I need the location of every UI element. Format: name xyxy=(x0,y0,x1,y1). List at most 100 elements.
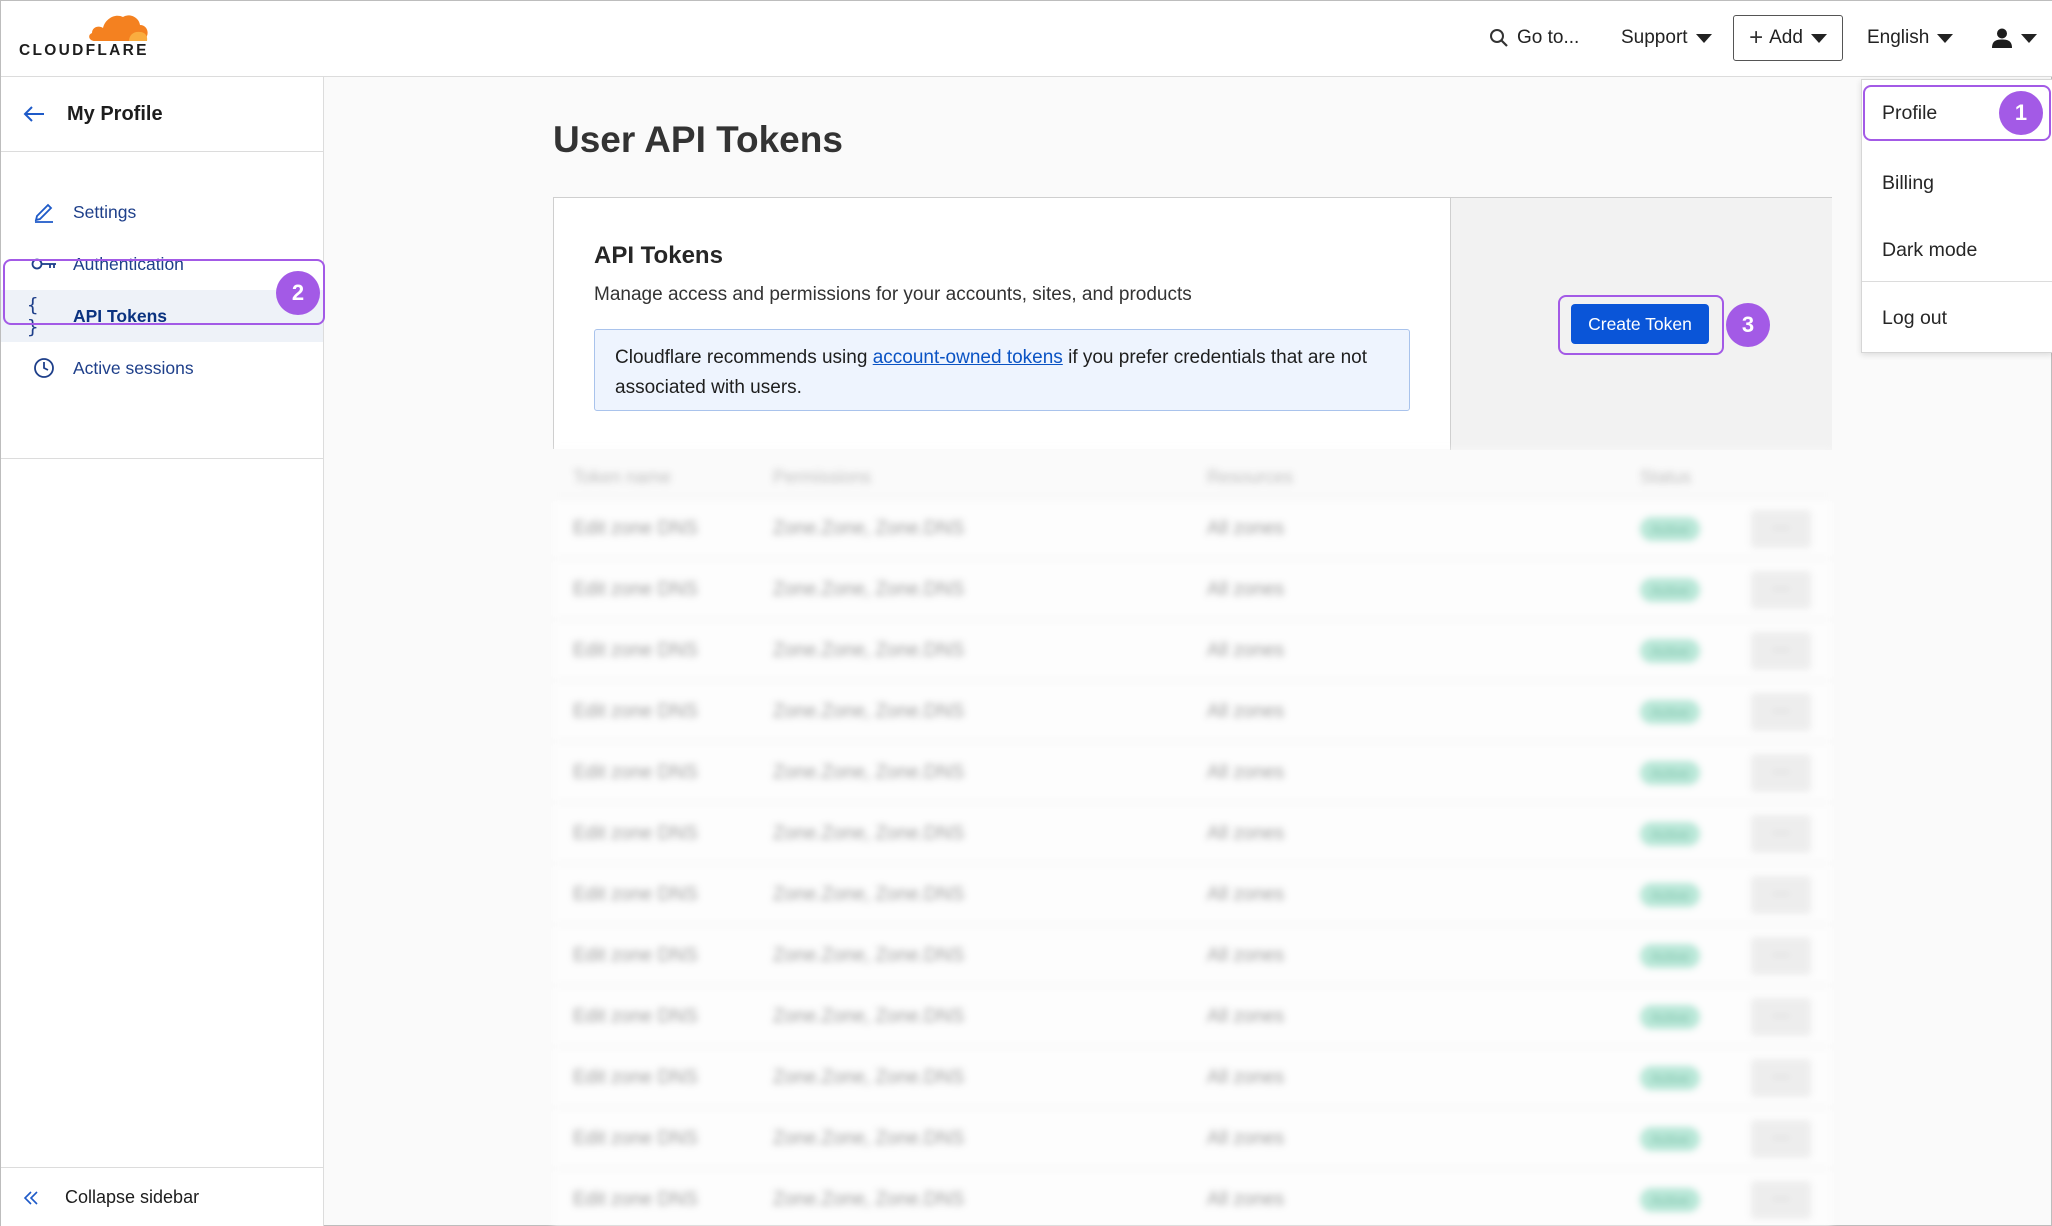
row-actions-button[interactable]: ··· xyxy=(1751,1120,1811,1158)
table-row: Edit zone DNS Zone.Zone, Zone.DNS All zone… xyxy=(553,863,1832,924)
token-resources: All zones xyxy=(1207,823,1285,844)
token-resources: All zones xyxy=(1207,1067,1285,1088)
token-permissions: Zone.Zone, Zone.DNS xyxy=(773,762,965,783)
account-owned-tokens-link[interactable]: account-owned tokens xyxy=(873,347,1063,368)
sidebar-item-label: Settings xyxy=(73,201,137,222)
token-resources: All zones xyxy=(1207,1006,1285,1027)
menu-item-billing[interactable]: Billing xyxy=(1882,172,1934,195)
token-name[interactable]: Edit zone DNS xyxy=(573,945,698,967)
status-badge: Active xyxy=(1640,822,1700,846)
column-header-resources: Resources xyxy=(1207,467,1294,487)
token-permissions: Zone.Zone, Zone.DNS xyxy=(773,579,965,600)
row-actions-button[interactable]: ··· xyxy=(1751,1059,1811,1097)
top-header: CLOUDFLARE Go to... Support + Add Englis… xyxy=(1,1,2052,77)
status-badge: Active xyxy=(1640,639,1700,663)
clock-icon xyxy=(27,357,61,379)
table-row: Edit zone DNS Zone.Zone, Zone.DNS All zone… xyxy=(553,558,1832,619)
recommendation-notice: Cloudflare recommends using account-owne… xyxy=(594,329,1410,411)
page-title: User API Tokens xyxy=(553,119,843,160)
collapse-label: Collapse sidebar xyxy=(65,1187,200,1207)
tokens-table: Token name Permissions Resources Status … xyxy=(553,449,1832,1226)
brand-wordmark: CLOUDFLARE xyxy=(19,42,149,59)
goto-search[interactable]: Go to... xyxy=(1489,15,1579,61)
token-permissions: Zone.Zone, Zone.DNS xyxy=(773,640,965,661)
user-icon xyxy=(1992,28,2012,48)
token-name[interactable]: Edit zone DNS xyxy=(573,884,698,906)
notice-text-before: Cloudflare recommends using xyxy=(615,347,873,368)
token-name[interactable]: Edit zone DNS xyxy=(573,1067,698,1089)
sidebar-item-active-sessions[interactable]: Active sessions xyxy=(1,342,323,394)
row-actions-button[interactable]: ··· xyxy=(1751,876,1811,914)
row-actions-button[interactable]: ··· xyxy=(1751,815,1811,853)
row-actions-button[interactable]: ··· xyxy=(1751,754,1811,792)
token-name[interactable]: Edit zone DNS xyxy=(573,701,698,723)
row-actions-button[interactable]: ··· xyxy=(1751,510,1811,548)
token-resources: All zones xyxy=(1207,1189,1285,1210)
support-label: Support xyxy=(1621,27,1688,48)
column-header-name: Token name xyxy=(573,467,672,487)
token-name[interactable]: Edit zone DNS xyxy=(573,1128,698,1150)
token-name[interactable]: Edit zone DNS xyxy=(573,640,698,662)
status-badge: Active xyxy=(1640,883,1700,907)
status-badge: Active xyxy=(1640,1005,1700,1029)
cloudflare-logo[interactable]: CLOUDFLARE xyxy=(19,9,169,71)
token-permissions: Zone.Zone, Zone.DNS xyxy=(773,1067,965,1088)
double-chevron-left-icon xyxy=(23,1190,38,1205)
menu-divider xyxy=(1862,281,2052,282)
row-actions-button[interactable]: ··· xyxy=(1751,1181,1811,1219)
sidebar-item-label: Active sessions xyxy=(73,357,194,378)
support-menu[interactable]: Support xyxy=(1621,15,1712,61)
token-name[interactable]: Edit zone DNS xyxy=(573,579,698,601)
token-resources: All zones xyxy=(1207,884,1285,905)
status-badge: Active xyxy=(1640,578,1700,602)
table-row: Edit zone DNS Zone.Zone, Zone.DNS All zone… xyxy=(553,741,1832,802)
token-resources: All zones xyxy=(1207,701,1285,722)
token-permissions: Zone.Zone, Zone.DNS xyxy=(773,1189,965,1210)
token-name[interactable]: Edit zone DNS xyxy=(573,1189,698,1211)
step-3-highlight xyxy=(1558,295,1724,355)
card-description: Manage access and permissions for your a… xyxy=(594,284,1192,305)
caret-down-icon xyxy=(2021,33,2037,43)
caret-down-icon xyxy=(1810,33,1827,43)
table-row: Edit zone DNS Zone.Zone, Zone.DNS All zone… xyxy=(553,497,1832,558)
pencil-icon xyxy=(27,201,61,223)
sidebar-back[interactable]: My Profile xyxy=(1,77,323,152)
table-row: Edit zone DNS Zone.Zone, Zone.DNS All zone… xyxy=(553,802,1832,863)
table-row: Edit zone DNS Zone.Zone, Zone.DNS All zone… xyxy=(553,924,1832,985)
add-button[interactable]: + Add xyxy=(1733,15,1843,61)
table-row: Edit zone DNS Zone.Zone, Zone.DNS All zone… xyxy=(553,680,1832,741)
user-menu-button[interactable] xyxy=(1991,15,2037,61)
column-header-status: Status xyxy=(1640,467,1692,487)
token-name[interactable]: Edit zone DNS xyxy=(573,1006,698,1028)
caret-down-icon xyxy=(1695,33,1712,43)
table-header: Token name Permissions Resources Status xyxy=(553,449,1832,497)
row-actions-button[interactable]: ··· xyxy=(1751,571,1811,609)
table-row: Edit zone DNS Zone.Zone, Zone.DNS All zone… xyxy=(553,619,1832,680)
row-actions-button[interactable]: ··· xyxy=(1751,632,1811,670)
add-label: Add xyxy=(1769,27,1803,48)
search-icon xyxy=(1490,29,1508,47)
menu-item-dark-mode[interactable]: Dark mode xyxy=(1882,239,1977,262)
token-resources: All zones xyxy=(1207,518,1285,539)
token-resources: All zones xyxy=(1207,640,1285,661)
token-permissions: Zone.Zone, Zone.DNS xyxy=(773,1128,965,1149)
row-actions-button[interactable]: ··· xyxy=(1751,937,1811,975)
sidebar-item-settings[interactable]: Settings xyxy=(1,186,323,238)
collapse-sidebar-button[interactable]: Collapse sidebar xyxy=(1,1167,323,1226)
token-name[interactable]: Edit zone DNS xyxy=(573,762,698,784)
row-actions-button[interactable]: ··· xyxy=(1751,693,1811,731)
row-actions-button[interactable]: ··· xyxy=(1751,998,1811,1036)
table-row: Edit zone DNS Zone.Zone, Zone.DNS All zone… xyxy=(553,1168,1832,1226)
goto-label: Go to... xyxy=(1517,27,1580,48)
table-row: Edit zone DNS Zone.Zone, Zone.DNS All zone… xyxy=(553,985,1832,1046)
token-name[interactable]: Edit zone DNS xyxy=(573,823,698,845)
arrow-left-icon xyxy=(23,106,44,122)
token-permissions: Zone.Zone, Zone.DNS xyxy=(773,823,965,844)
token-name[interactable]: Edit zone DNS xyxy=(573,518,698,540)
menu-item-log-out[interactable]: Log out xyxy=(1882,307,1947,330)
token-permissions: Zone.Zone, Zone.DNS xyxy=(773,1006,965,1027)
token-resources: All zones xyxy=(1207,762,1285,783)
language-selector[interactable]: English xyxy=(1867,15,1954,61)
status-badge: Active xyxy=(1640,761,1700,785)
column-header-permissions: Permissions xyxy=(773,467,872,487)
